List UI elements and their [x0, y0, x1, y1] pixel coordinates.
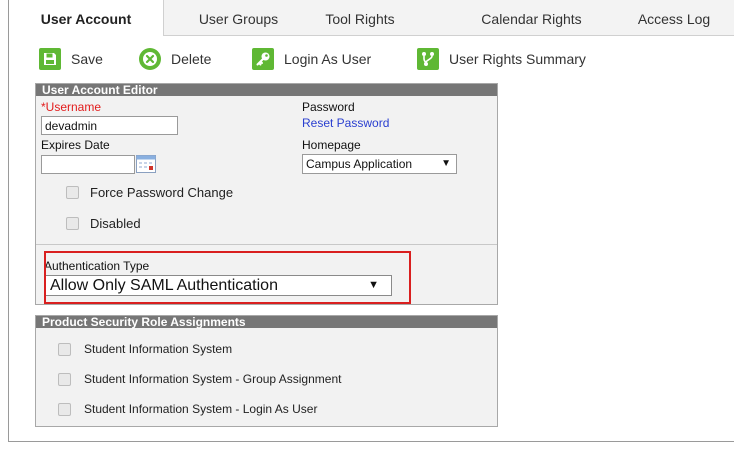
homepage-label: Homepage: [302, 138, 361, 152]
panel-title: Product Security Role Assignments: [36, 316, 497, 328]
branch-icon: [417, 48, 439, 70]
homepage-selected: Campus Application: [306, 157, 413, 171]
calendar-icon[interactable]: [136, 155, 156, 173]
product-security-role-panel: Product Security Role Assignments Studen…: [35, 315, 498, 427]
role-checkbox[interactable]: [58, 343, 71, 356]
toolbar: Save Delete Login As User User Rights Su…: [9, 36, 734, 82]
role-checkbox[interactable]: [58, 403, 71, 416]
role-checkbox[interactable]: [58, 373, 71, 386]
tab-bar: User Account User Groups Tool Rights Cal…: [9, 0, 734, 37]
save-button[interactable]: Save: [39, 47, 103, 71]
force-password-change-label: Force Password Change: [90, 185, 234, 200]
user-account-frame: User Account User Groups Tool Rights Cal…: [8, 0, 734, 442]
chevron-down-icon: ▼: [441, 158, 451, 169]
reset-password-link[interactable]: Reset Password: [302, 116, 389, 130]
tab-access-log[interactable]: Access Log: [624, 0, 724, 36]
user-rights-summary-button[interactable]: User Rights Summary: [417, 47, 586, 71]
role-label: Student Information System: [84, 342, 233, 356]
disabled-checkbox[interactable]: [66, 217, 79, 230]
login-as-user-label: Login As User: [284, 51, 372, 67]
delete-button[interactable]: Delete: [139, 47, 211, 71]
login-as-user-button[interactable]: Login As User: [252, 47, 371, 71]
disabled-label: Disabled: [90, 216, 141, 231]
delete-label: Delete: [171, 51, 212, 67]
save-icon: [39, 48, 61, 70]
role-label: Student Information System - Login As Us…: [84, 402, 318, 416]
role-label: Student Information System - Group Assig…: [84, 372, 342, 386]
username-label-text: Username: [45, 100, 102, 114]
homepage-select[interactable]: Campus Application ▼: [302, 154, 457, 174]
username-label: *Username: [41, 100, 101, 114]
force-password-change-checkbox[interactable]: [66, 186, 79, 199]
key-icon: [252, 48, 274, 70]
delete-icon: [139, 48, 161, 70]
password-label: Password: [302, 100, 355, 114]
tab-user-groups[interactable]: User Groups: [181, 0, 296, 36]
user-rights-summary-label: User Rights Summary: [449, 51, 586, 67]
panel-title: User Account Editor: [36, 84, 497, 96]
tab-user-account[interactable]: User Account: [9, 0, 164, 37]
username-input[interactable]: [41, 116, 178, 135]
section-divider: [36, 244, 497, 245]
authentication-highlight-box: [44, 251, 411, 304]
save-label: Save: [71, 51, 103, 67]
expires-date-input[interactable]: [41, 155, 135, 174]
tab-tool-rights[interactable]: Tool Rights: [305, 0, 415, 36]
expires-date-label: Expires Date: [41, 138, 110, 152]
tab-calendar-rights[interactable]: Calendar Rights: [464, 0, 599, 36]
